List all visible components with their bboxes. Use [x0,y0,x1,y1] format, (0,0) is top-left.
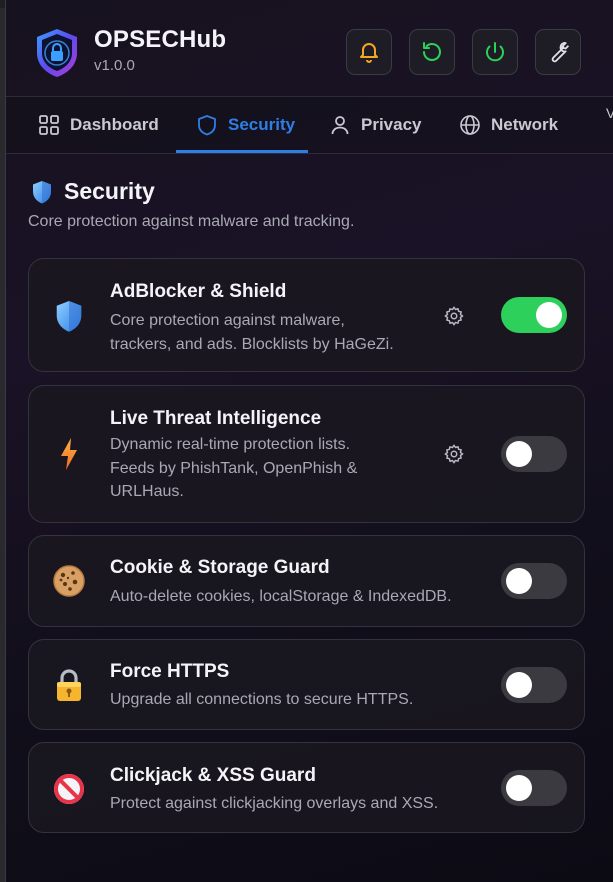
tab-dashboard[interactable]: Dashboard [38,97,159,153]
feature-title: AdBlocker & Shield [110,281,287,302]
grid-icon [39,115,59,135]
globe-icon [460,115,480,135]
feature-description: Dynamic real-time protection lists. Feed… [110,436,358,500]
settings-button[interactable] [535,29,581,75]
section-description: Core protection against malware and trac… [28,213,355,230]
tab-network[interactable]: Network [459,97,558,153]
feature-card-adblocker: AdBlocker & Shield Core protection again… [28,258,585,372]
lock-icon [57,669,81,701]
tab-label: Dashboard [70,115,159,134]
lightning-icon [61,438,77,470]
user-icon [331,116,349,135]
toggle-knob [506,672,532,698]
notifications-button[interactable] [346,29,392,75]
gear-icon[interactable] [443,305,465,327]
active-tab-indicator [176,150,308,153]
adblocker-toggle[interactable] [501,297,567,333]
feature-card-clickjack-guard: Clickjack & XSS Guard Protect against cl… [28,742,585,833]
feature-title: Live Threat Intelligence [110,408,322,429]
feature-icon [51,667,87,703]
feature-title: Cookie & Storage Guard [110,557,330,578]
header: OPSECHub v1.0.0 [6,0,613,96]
wrench-icon [551,42,570,63]
tab-overflow[interactable]: V [606,105,613,121]
feature-icon [51,298,87,334]
feature-icon [51,771,87,807]
section-title: Security [64,178,155,204]
feature-description: Upgrade all connections to secure HTTPS. [110,691,414,708]
feature-card-cookie-guard: Cookie & Storage Guard Auto-delete cooki… [28,535,585,627]
feature-icon [51,436,87,472]
tab-bar: Dashboard Security Privacy Network V [6,96,613,154]
feature-description: Protect against clickjacking overlays an… [110,795,439,812]
cookie-guard-toggle[interactable] [501,563,567,599]
prohibited-icon [54,774,84,804]
app-logo-icon [37,29,77,77]
refresh-button[interactable] [409,29,455,75]
toggle-knob [506,441,532,467]
power-button[interactable] [472,29,518,75]
tab-label: Privacy [361,115,422,134]
feature-card-threat-intel: Live Threat Intelligence Dynamic real-ti… [28,385,585,523]
app-title: OPSECHub [94,26,227,53]
tab-security[interactable]: Security [196,97,295,153]
toggle-knob [536,302,562,328]
feature-description: Core protection against malware, tracker… [110,312,394,353]
extension-popup: OPSECHub v1.0.0 Dashboard Security Priva… [5,0,613,882]
shield-icon [198,115,216,136]
feature-card-force-https: Force HTTPS Upgrade all connections to s… [28,639,585,730]
feature-icon [51,563,87,599]
power-icon [486,42,504,62]
shield-icon [56,301,82,332]
toggle-knob [506,775,532,801]
section-shield-icon [33,181,51,204]
toggle-knob [506,568,532,594]
tab-label: Network [491,115,559,134]
feature-description: Auto-delete cookies, localStorage & Inde… [110,588,452,605]
clickjack-guard-toggle[interactable] [501,770,567,806]
refresh-icon [423,42,441,61]
feature-title: Clickjack & XSS Guard [110,765,316,786]
gear-icon[interactable] [443,443,465,465]
cookie-icon [53,565,85,597]
feature-title: Force HTTPS [110,661,230,682]
bell-icon [360,43,378,63]
threat-intel-toggle[interactable] [501,436,567,472]
app-version: v1.0.0 [94,57,135,74]
tab-label: Security [228,115,296,134]
tab-privacy[interactable]: Privacy [329,97,422,153]
force-https-toggle[interactable] [501,667,567,703]
